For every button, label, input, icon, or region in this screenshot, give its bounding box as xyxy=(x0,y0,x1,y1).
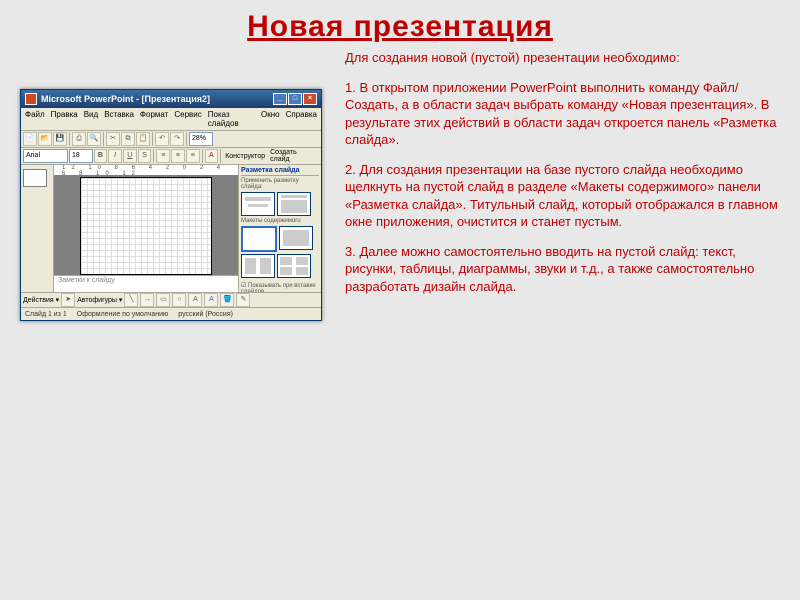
menu-bar: Файл Правка Вид Вставка Формат Сервис По… xyxy=(21,108,321,131)
powerpoint-icon xyxy=(25,93,37,105)
separator xyxy=(186,132,187,146)
fontsize-selector[interactable]: 18 xyxy=(69,149,93,163)
powerpoint-window: Microsoft PowerPoint - [Презентация2] _ … xyxy=(20,89,322,321)
align-center-icon[interactable]: ≡ xyxy=(171,149,185,163)
intro-text: Для создания новой (пустой) презентации … xyxy=(345,49,780,67)
slide-thumbnail[interactable] xyxy=(23,169,47,187)
copy-icon[interactable]: ⧉ xyxy=(121,132,135,146)
preview-icon[interactable]: 🔍 xyxy=(87,132,101,146)
notes-pane[interactable]: Заметки к слайду xyxy=(54,275,238,292)
layout-blank[interactable] xyxy=(241,226,277,252)
page-title: Новая презентация xyxy=(0,0,800,49)
step-3-text: 3. Далее можно самостоятельно вводить на… xyxy=(345,243,780,296)
standard-toolbar: 📄 📂 💾 ⎙ 🔍 ✂ ⧉ 📋 ↶ ↷ 28% xyxy=(21,131,321,148)
taskpane-apply-label: Применить разметку слайда: xyxy=(241,178,319,190)
open-icon[interactable]: 📂 xyxy=(38,132,52,146)
layout-title-slide[interactable] xyxy=(241,192,275,216)
textbox-icon[interactable]: A xyxy=(188,293,202,307)
shadow-icon[interactable]: S xyxy=(138,149,152,163)
align-left-icon[interactable]: ≡ xyxy=(156,149,170,163)
line-icon[interactable]: ╲ xyxy=(124,293,138,307)
save-icon[interactable]: 💾 xyxy=(53,132,67,146)
screenshot-column: Microsoft PowerPoint - [Презентация2] _ … xyxy=(20,49,330,321)
layout-four-content[interactable] xyxy=(277,254,311,278)
layout-title-content[interactable] xyxy=(277,192,311,216)
status-language: русский (Россия) xyxy=(178,311,233,318)
canvas-wrap xyxy=(54,176,238,275)
undo-icon[interactable]: ↶ xyxy=(155,132,169,146)
designer-button[interactable]: Конструктор xyxy=(223,153,267,160)
separator xyxy=(220,149,221,163)
rectangle-icon[interactable]: ▭ xyxy=(156,293,170,307)
taskpane-section-label: Макеты содержимого xyxy=(241,218,319,224)
redo-icon[interactable]: ↷ xyxy=(170,132,184,146)
menu-window[interactable]: Окно xyxy=(261,110,280,128)
minimize-button[interactable]: _ xyxy=(273,93,287,105)
taskpane-title: Разметка слайда xyxy=(241,167,319,176)
maximize-button[interactable]: □ xyxy=(288,93,302,105)
formatting-toolbar: Arial 18 B I U S ≡ ≡ ≡ A Конструктор Соз… xyxy=(21,148,321,165)
slide-canvas[interactable] xyxy=(80,177,212,275)
underline-icon[interactable]: U xyxy=(123,149,137,163)
window-body: 12 10 8 6 4 2 0 2 4 6 8 10 12 Заметки к … xyxy=(21,165,321,292)
status-bar: Слайд 1 из 1 Оформление по умолчанию рус… xyxy=(21,307,321,320)
arrow-icon[interactable]: → xyxy=(140,293,154,307)
paste-icon[interactable]: 📋 xyxy=(136,132,150,146)
menu-help[interactable]: Справка xyxy=(286,110,317,128)
step-1-text: 1. В открытом приложении PowerPoint выпо… xyxy=(345,79,780,149)
task-pane: Разметка слайда Применить разметку слайд… xyxy=(238,165,321,292)
separator xyxy=(202,149,203,163)
window-title: Microsoft PowerPoint - [Презентация2] xyxy=(41,94,210,104)
menu-tools[interactable]: Сервис xyxy=(174,110,201,128)
horizontal-ruler: 12 10 8 6 4 2 0 2 4 6 8 10 12 xyxy=(54,165,238,176)
italic-icon[interactable]: I xyxy=(108,149,122,163)
oval-icon[interactable]: ○ xyxy=(172,293,186,307)
font-color-icon[interactable]: A xyxy=(205,149,219,163)
actions-menu[interactable]: Действия ▾ xyxy=(23,296,59,304)
align-right-icon[interactable]: ≡ xyxy=(186,149,200,163)
separator xyxy=(152,132,153,146)
layout-two-content[interactable] xyxy=(241,254,275,278)
autoshapes-menu[interactable]: Автофигуры ▾ xyxy=(77,296,122,304)
print-icon[interactable]: ⎙ xyxy=(72,132,86,146)
close-button[interactable]: × xyxy=(303,93,317,105)
taskpane-footer[interactable]: ☑ Показывать при вставке слайдов xyxy=(241,282,319,292)
status-design: Оформление по умолчанию xyxy=(77,311,169,318)
fill-color-icon[interactable]: 🪣 xyxy=(220,293,234,307)
separator xyxy=(153,149,154,163)
zoom-field[interactable]: 28% xyxy=(189,132,213,146)
wordart-icon[interactable]: A xyxy=(204,293,218,307)
bold-icon[interactable]: B xyxy=(94,149,108,163)
menu-edit[interactable]: Правка xyxy=(51,110,78,128)
menu-slideshow[interactable]: Показ слайдов xyxy=(208,110,255,128)
slides-panel xyxy=(21,165,54,292)
window-titlebar: Microsoft PowerPoint - [Презентация2] _ … xyxy=(21,90,321,108)
menu-view[interactable]: Вид xyxy=(84,110,98,128)
drawing-toolbar: Действия ▾ ➤ Автофигуры ▾ ╲ → ▭ ○ A A 🪣 … xyxy=(21,292,321,307)
cut-icon[interactable]: ✂ xyxy=(106,132,120,146)
font-selector[interactable]: Arial xyxy=(23,149,68,163)
pointer-icon[interactable]: ➤ xyxy=(61,293,75,307)
content-row: Microsoft PowerPoint - [Презентация2] _ … xyxy=(0,49,800,321)
step-2-text: 2. Для создания презентации на базе пуст… xyxy=(345,161,780,231)
instructions-column: Для создания новой (пустой) презентации … xyxy=(330,49,780,308)
separator xyxy=(103,132,104,146)
menu-file[interactable]: Файл xyxy=(25,110,45,128)
new-icon[interactable]: 📄 xyxy=(23,132,37,146)
status-slide-number: Слайд 1 из 1 xyxy=(25,311,67,318)
editor-area: 12 10 8 6 4 2 0 2 4 6 8 10 12 Заметки к … xyxy=(54,165,238,292)
new-slide-button[interactable]: Создать слайд xyxy=(268,149,319,163)
menu-format[interactable]: Формат xyxy=(140,110,168,128)
menu-insert[interactable]: Вставка xyxy=(104,110,134,128)
separator xyxy=(69,132,70,146)
line-color-icon[interactable]: ✎ xyxy=(236,293,250,307)
window-buttons: _ □ × xyxy=(273,93,317,105)
layout-content[interactable] xyxy=(279,226,313,250)
